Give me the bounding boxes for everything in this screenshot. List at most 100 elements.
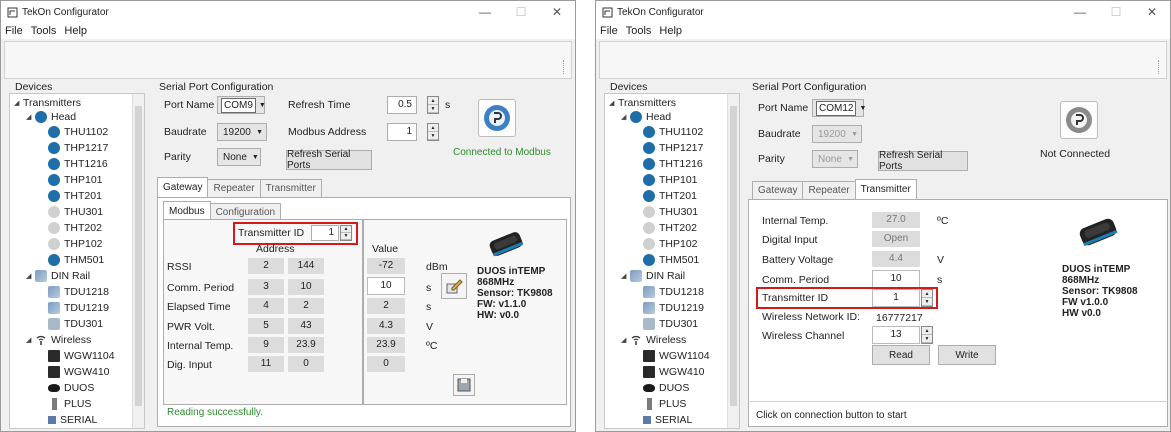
- tree-item-duos[interactable]: DUOS: [48, 381, 94, 395]
- tree-item-tdu1218[interactable]: TDU1218: [48, 285, 109, 299]
- tree-item-thm501[interactable]: THM501: [643, 253, 699, 267]
- tree-item-tdu301[interactable]: TDU301: [48, 317, 103, 331]
- tree-item-wgw1104[interactable]: WGW1104: [643, 349, 710, 363]
- tree-item-thp1217[interactable]: THP1217: [643, 141, 703, 155]
- tree-item-tht202[interactable]: THT202: [643, 221, 697, 235]
- tree-item-tht201[interactable]: THT201: [48, 189, 102, 203]
- tree-item-thu1102[interactable]: THU1102: [643, 125, 703, 139]
- write-comm-period-button[interactable]: [441, 273, 467, 299]
- connect-button[interactable]: [1060, 101, 1098, 139]
- tree-item-thp1217[interactable]: THP1217: [48, 141, 108, 155]
- modbus-address-spinner[interactable]: ▲ ▼: [427, 123, 439, 141]
- device-frequency: 868MHz: [477, 277, 515, 288]
- minimize-button[interactable]: —: [1062, 5, 1098, 19]
- tree-item-serial[interactable]: SERIAL: [48, 413, 97, 427]
- tree-item-thm501[interactable]: THM501: [48, 253, 104, 267]
- maximize-button[interactable]: ☐: [1098, 5, 1134, 19]
- tree-item-wgw1104[interactable]: WGW1104: [48, 349, 115, 363]
- port-name-select[interactable]: COM9 ▼: [217, 96, 266, 114]
- tree-item-tht1216[interactable]: THT1216: [643, 157, 703, 171]
- tree-item-thp101[interactable]: THP101: [643, 173, 698, 187]
- duos-icon: [643, 384, 655, 392]
- comm-period-input[interactable]: 10: [367, 277, 405, 295]
- minimize-button[interactable]: —: [467, 5, 503, 19]
- elapsed-time-address-2: 2: [288, 298, 324, 314]
- close-button[interactable]: ✕: [1134, 5, 1170, 19]
- tree-item-tht202[interactable]: THT202: [48, 221, 102, 235]
- comm-period-input[interactable]: 10: [872, 270, 920, 288]
- tree-node-transmitters[interactable]: ◢ Transmitters: [609, 96, 676, 110]
- tree-item-thp102[interactable]: THP102: [48, 237, 103, 251]
- tree-item-tdu1218[interactable]: TDU1218: [643, 285, 704, 299]
- modbus-address-input[interactable]: 1: [387, 123, 417, 141]
- tree-item-thp101[interactable]: THP101: [48, 173, 103, 187]
- menu-help[interactable]: Help: [64, 25, 87, 37]
- parity-select[interactable]: None ▼: [812, 150, 858, 168]
- tab-transmitter[interactable]: Transmitter: [259, 179, 322, 197]
- device-model: DUOS inTEMP: [1062, 264, 1131, 275]
- toolbar-grip[interactable]: [1158, 60, 1164, 74]
- wireless-channel-input[interactable]: 13: [872, 326, 920, 344]
- menu-tools[interactable]: Tools: [31, 25, 57, 37]
- tree-item-wgw410[interactable]: WGW410: [643, 365, 705, 379]
- refresh-time-input[interactable]: 0.5: [387, 96, 417, 114]
- toolbar-grip[interactable]: [563, 60, 569, 74]
- menu-tools[interactable]: Tools: [626, 25, 652, 37]
- tree-node-wireless[interactable]: ◢ Wireless: [621, 333, 686, 347]
- tree-item-plus[interactable]: PLUS: [48, 397, 91, 411]
- baudrate-select[interactable]: 19200 ▼: [217, 123, 267, 141]
- connect-button[interactable]: [478, 99, 516, 137]
- tree-item-tdu301[interactable]: TDU301: [643, 317, 698, 331]
- menu-help[interactable]: Help: [659, 25, 682, 37]
- transmitter-id-spinner[interactable]: ▲ ▼: [340, 225, 352, 241]
- menu-bar: File Tools Help: [596, 23, 1170, 39]
- transmitter-id-input[interactable]: 1: [872, 289, 920, 307]
- transmitter-icon: [643, 142, 655, 154]
- tree-item-thp102[interactable]: THP102: [643, 237, 698, 251]
- refresh-serial-ports-button[interactable]: Refresh Serial Ports: [878, 150, 968, 172]
- transmitter-id-input[interactable]: 1: [311, 225, 339, 241]
- tab-repeater[interactable]: Repeater: [802, 181, 856, 199]
- tree-item-thu301[interactable]: THU301: [48, 205, 103, 219]
- refresh-serial-ports-button[interactable]: Refresh Serial Ports: [286, 149, 372, 171]
- menu-file[interactable]: File: [600, 25, 618, 37]
- tree-node-transmitters[interactable]: ◢ Transmitters: [14, 96, 81, 110]
- tree-item-thu301[interactable]: THU301: [643, 205, 698, 219]
- menu-file[interactable]: File: [5, 25, 23, 37]
- parity-select[interactable]: None ▼: [217, 148, 261, 166]
- port-name-select[interactable]: COM12 ▼: [812, 99, 866, 117]
- tree-item-wgw410[interactable]: WGW410: [48, 365, 110, 379]
- save-button[interactable]: [453, 374, 475, 396]
- tree-item-serial[interactable]: SERIAL: [643, 413, 692, 427]
- tab-transmitter[interactable]: Transmitter: [854, 179, 917, 199]
- tree-node-wireless[interactable]: ◢ Wireless: [26, 333, 91, 347]
- tree-item-plus[interactable]: PLUS: [643, 397, 686, 411]
- tree-item-tdu1219[interactable]: TDU1219: [48, 301, 109, 315]
- tree-item-tht1216[interactable]: THT1216: [48, 157, 108, 171]
- tab-gateway[interactable]: Gateway: [157, 177, 209, 197]
- read-button[interactable]: Read: [872, 345, 930, 365]
- tree-node-din-rail[interactable]: ◢ DIN Rail: [621, 269, 685, 283]
- maximize-button[interactable]: ☐: [503, 5, 539, 19]
- tab-modbus[interactable]: Modbus: [163, 201, 211, 221]
- wireless-network-id-label: Wireless Network ID:: [762, 311, 861, 323]
- transmitter-id-spinner[interactable]: ▲ ▼: [921, 289, 933, 307]
- rssi-value: -72: [367, 258, 405, 274]
- close-button[interactable]: ✕: [539, 5, 575, 19]
- wireless-network-id-value: 16777217: [876, 312, 923, 324]
- tree-scrollbar[interactable]: [727, 94, 739, 428]
- tree-item-duos[interactable]: DUOS: [643, 381, 689, 395]
- tree-node-head[interactable]: ◢ Head: [26, 110, 76, 124]
- tab-gateway[interactable]: Gateway: [752, 181, 804, 199]
- tree-node-din-rail[interactable]: ◢ DIN Rail: [26, 269, 90, 283]
- write-button[interactable]: Write: [938, 345, 996, 365]
- baudrate-select[interactable]: 19200 ▼: [812, 125, 862, 143]
- tree-node-head[interactable]: ◢ Head: [621, 110, 671, 124]
- tab-repeater[interactable]: Repeater: [207, 179, 261, 197]
- tree-item-tht201[interactable]: THT201: [643, 189, 697, 203]
- refresh-time-spinner[interactable]: ▲ ▼: [427, 96, 439, 114]
- tree-item-tdu1219[interactable]: TDU1219: [643, 301, 704, 315]
- tree-item-thu1102[interactable]: THU1102: [48, 125, 108, 139]
- wireless-channel-spinner[interactable]: ▲ ▼: [921, 326, 933, 344]
- tree-scrollbar[interactable]: [132, 94, 144, 428]
